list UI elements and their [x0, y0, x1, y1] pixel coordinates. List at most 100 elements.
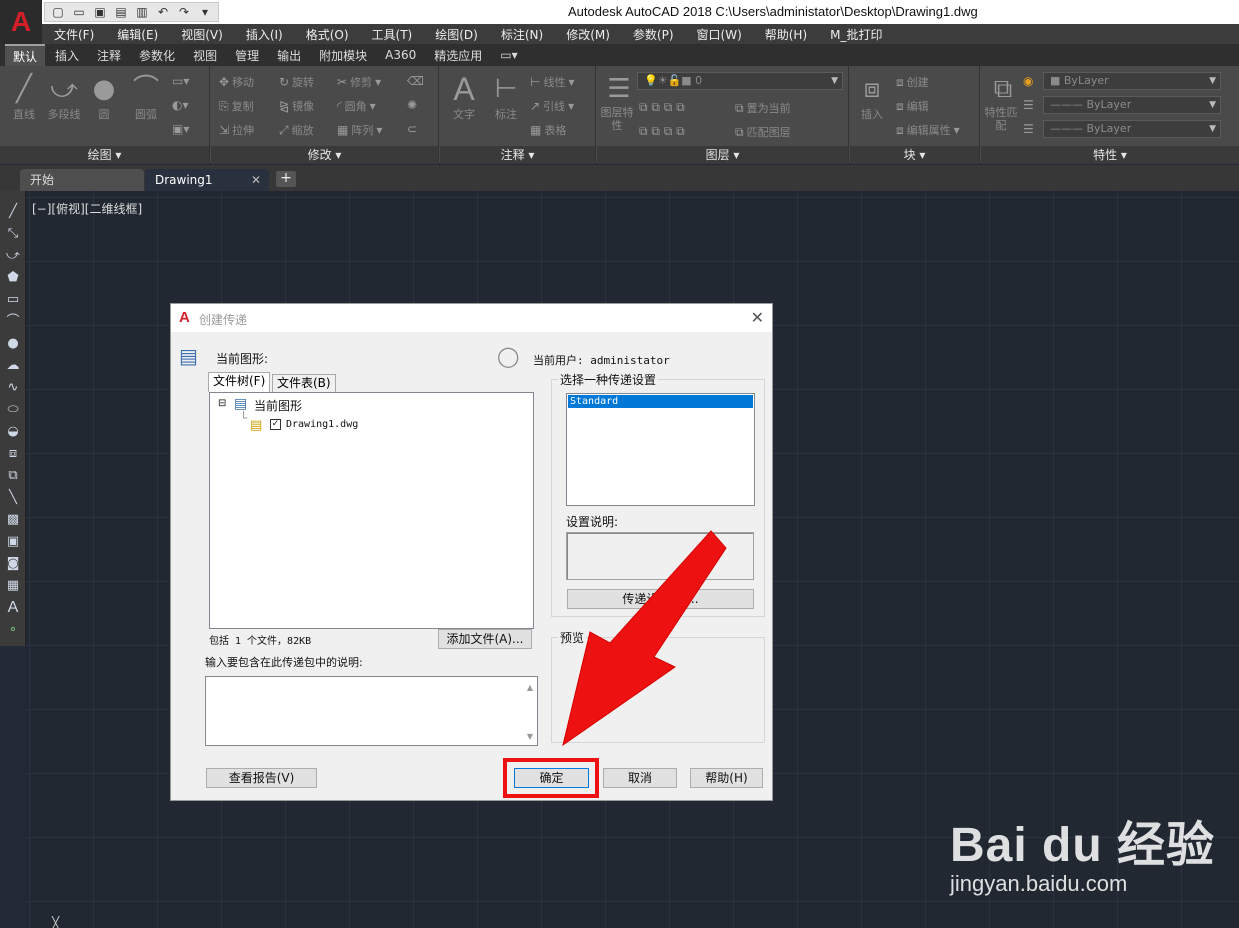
qat-customize-icon[interactable]: ▾ — [196, 4, 214, 20]
copy-button[interactable]: ⎘ 复制 — [219, 98, 254, 114]
file-tree[interactable]: ⊟ ▤ 当前图形 └ ▤ ✓ Drawing1.dwg — [209, 392, 534, 629]
new-tab-button[interactable]: + — [276, 171, 296, 187]
undo-icon[interactable]: ↶ — [154, 4, 172, 20]
menu-draw[interactable]: 绘图(D) — [435, 26, 489, 43]
gradient-icon[interactable]: ▣ — [3, 533, 23, 551]
lineweight-dropdown[interactable]: ——— ByLayer ▼ — [1043, 96, 1221, 114]
notes-textarea[interactable]: ▲ ▼ — [205, 676, 538, 746]
save-icon[interactable]: ▣ — [91, 4, 109, 20]
arc-icon[interactable]: ⌒ — [3, 313, 23, 331]
tab-file-tree[interactable]: 文件树(F) — [208, 372, 271, 392]
line-button[interactable]: ╱ 直线 — [4, 72, 44, 122]
tab-featured-apps[interactable]: 精选应用 — [426, 45, 490, 66]
properties-panel-title[interactable]: 特性 ▾ — [981, 146, 1239, 164]
circle-button[interactable]: ● 圆 — [84, 72, 124, 122]
explode-button[interactable]: ✺ — [407, 98, 417, 112]
array-button[interactable]: ▦ 阵列 ▾ — [337, 122, 382, 138]
tab-a360[interactable]: A360 — [377, 46, 424, 64]
open-folder-icon[interactable]: ▭ — [70, 4, 88, 20]
tab-insert[interactable]: 插入 — [47, 45, 87, 66]
tab-home[interactable]: 默认 — [5, 43, 46, 67]
viewport-controls[interactable]: [−][俯视][二维线框] — [32, 200, 142, 217]
menu-view[interactable]: 视图(V) — [181, 26, 234, 43]
match-properties-button[interactable]: ⧉ 特性匹配 — [983, 72, 1023, 132]
rectangle-icon[interactable]: ▭ — [3, 291, 23, 309]
menu-tools[interactable]: 工具(T) — [372, 26, 424, 43]
insert-block-icon[interactable]: ⧈ — [3, 445, 23, 463]
tab-file-table[interactable]: 文件表(B) — [272, 374, 336, 392]
edit-attributes-button[interactable]: ⧈ 编辑属性 ▾ — [896, 122, 960, 138]
save-as-icon[interactable]: ▤ — [112, 4, 130, 20]
ribbon-toggle-icon[interactable]: ▭▾ — [492, 46, 525, 64]
print-icon[interactable]: ▥ — [133, 4, 151, 20]
draw-panel-title[interactable]: 绘图 ▾ — [0, 146, 209, 164]
linear-button[interactable]: ⊢ 线性 ▾ — [530, 74, 574, 90]
rectangle-button[interactable]: ▭▾ — [172, 74, 189, 88]
scroll-down-icon[interactable]: ▼ — [527, 732, 533, 741]
ellipse-arc-icon[interactable]: ◒ — [3, 423, 23, 441]
menu-dimension[interactable]: 标注(N) — [501, 26, 554, 43]
view-report-button[interactable]: 查看报告(V) — [206, 768, 317, 788]
annotation-panel-title[interactable]: 注释 ▾ — [440, 146, 595, 164]
hatch-icon[interactable]: ▩ — [3, 511, 23, 529]
close-tab-icon[interactable]: ✕ — [251, 169, 261, 191]
point-icon[interactable]: ╲ — [3, 489, 23, 507]
construction-line-icon[interactable]: ⤡ — [3, 225, 23, 243]
menu-window[interactable]: 窗口(W) — [697, 26, 753, 43]
multiline-text-icon[interactable]: A — [3, 599, 23, 617]
tree-file-label[interactable]: Drawing1.dwg — [286, 419, 358, 430]
table-button[interactable]: ▦ 表格 — [530, 122, 566, 138]
edit-block-button[interactable]: ⧈ 编辑 — [896, 98, 929, 114]
match-layer-button[interactable]: ⧉ 匹配图层 — [735, 124, 791, 140]
polyline-button[interactable]: ⤻ 多段线 — [44, 72, 84, 122]
tree-collapse-icon[interactable]: ⊟ — [218, 398, 226, 409]
insert-block-button[interactable]: ⧈ 插入 — [852, 72, 892, 122]
tab-view[interactable]: 视图 — [185, 45, 225, 66]
mirror-button[interactable]: ⧎ 镜像 — [279, 98, 314, 114]
rotate-button[interactable]: ↻ 旋转 — [279, 74, 314, 90]
scale-button[interactable]: ⤢ 缩放 — [279, 122, 314, 138]
transmittal-setups-button[interactable]: 传递设置(T)... — [567, 589, 754, 609]
close-icon[interactable]: ✕ — [751, 308, 764, 327]
layer-properties-button[interactable]: ☰ 图层特性 — [599, 72, 639, 132]
tab-parametric[interactable]: 参数化 — [131, 45, 183, 66]
trim-button[interactable]: ✂ 修剪 ▾ — [337, 74, 381, 90]
tab-manage[interactable]: 管理 — [227, 45, 267, 66]
stretch-button[interactable]: ⇲ 拉伸 — [219, 122, 254, 138]
menu-batch-plot[interactable]: M_批打印 — [830, 26, 893, 43]
layers-panel-title[interactable]: 图层 ▾ — [597, 146, 848, 164]
menu-edit[interactable]: 编辑(E) — [117, 26, 169, 43]
modify-panel-title[interactable]: 修改 ▾ — [211, 146, 438, 164]
color-dropdown[interactable]: ■ ByLayer ▼ — [1043, 72, 1221, 90]
move-button[interactable]: ✥ 移动 — [219, 74, 254, 90]
line-icon[interactable]: ╱ — [3, 203, 23, 221]
text-button[interactable]: A 文字 — [444, 72, 484, 122]
spline-icon[interactable]: ∿ — [3, 379, 23, 397]
circle-icon[interactable]: ● — [3, 335, 23, 353]
new-file-icon[interactable]: ▢ — [49, 4, 67, 20]
leader-button[interactable]: ↗ 引线 ▾ — [530, 98, 574, 114]
erase-button[interactable]: ⌫ — [407, 74, 424, 88]
menu-insert[interactable]: 插入(I) — [246, 26, 294, 43]
layer-dropdown[interactable]: 💡☀🔓■ 0 ▼ — [637, 72, 843, 90]
menu-parametric[interactable]: 参数(P) — [633, 26, 685, 43]
menu-modify[interactable]: 修改(M) — [566, 26, 621, 43]
fillet-button[interactable]: ◜ 圆角 ▾ — [337, 98, 376, 114]
add-file-button[interactable]: 添加文件(A)... — [438, 629, 532, 649]
help-button[interactable]: 帮助(H) — [690, 768, 763, 788]
dimension-button[interactable]: ⊢ 标注 — [486, 72, 526, 122]
transmittal-setups-list[interactable]: Standard — [566, 393, 755, 506]
polygon-icon[interactable]: ⬟ — [3, 269, 23, 287]
tab-start[interactable]: 开始 — [20, 169, 144, 191]
revision-cloud-icon[interactable]: ☁ — [3, 357, 23, 375]
ellipse-icon[interactable]: ⬭ — [3, 401, 23, 419]
menu-format[interactable]: 格式(O) — [306, 26, 360, 43]
scroll-up-icon[interactable]: ▲ — [527, 683, 533, 692]
application-menu-button[interactable]: A — [0, 0, 42, 44]
tab-addins[interactable]: 附加模块 — [311, 45, 375, 66]
linetype-dropdown[interactable]: ——— ByLayer ▼ — [1043, 120, 1221, 138]
layer-tools-row1[interactable]: ⧉ ⧉ ⧉ ⧉ — [639, 100, 685, 115]
redo-icon[interactable]: ↷ — [175, 4, 193, 20]
table-icon[interactable]: ▦ — [3, 577, 23, 595]
include-file-checkbox[interactable]: ✓ — [270, 419, 281, 430]
